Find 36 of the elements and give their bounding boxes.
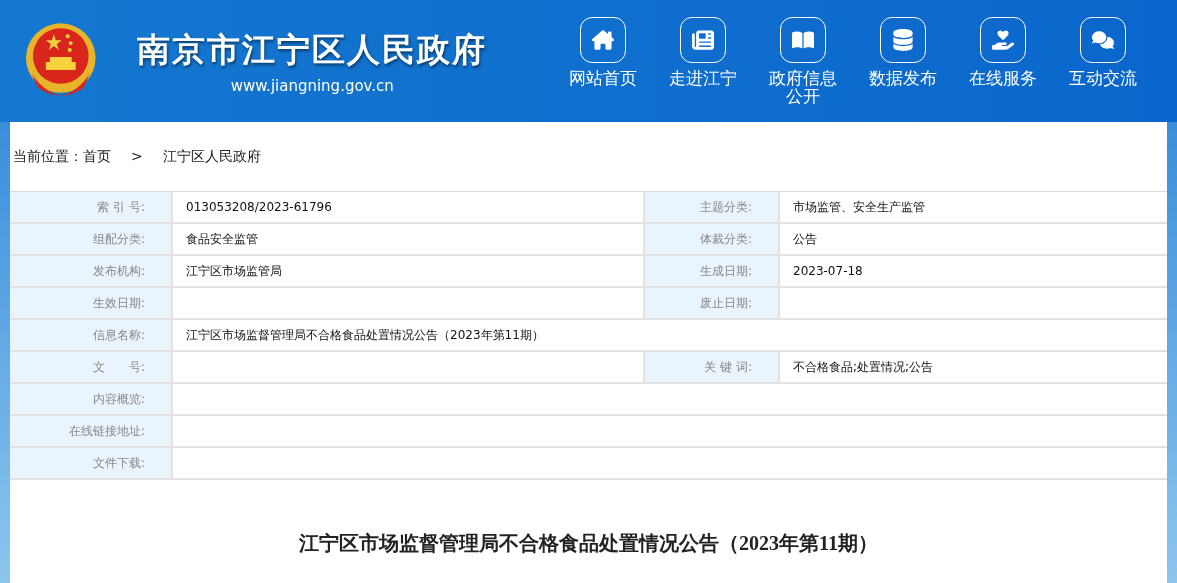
nav-link[interactable]: 在线服务 [953,13,1053,109]
newspaper-icon [680,17,726,63]
field-label: 在线链接地址: [10,416,173,446]
site-title: 南京市江宁区人民政府 [137,29,488,71]
field-label: 废止日期: [645,288,780,318]
nav-link[interactable]: 网站首页 [553,13,653,109]
breadcrumb-label: 当前位置： [13,147,83,166]
field-label: 生效日期: [10,288,173,318]
site-url: www.jiangning.gov.cn [230,75,394,97]
breadcrumb-link[interactable]: 首页 [83,146,111,167]
field-value: 江宁区市场监督管理局不合格食品处置情况公告（2023年第11期） [185,327,545,344]
field-value: 不合格食品;处置情况;公告 [792,359,935,376]
field-label: 文件下载: [10,448,173,478]
field-value: 公告 [792,231,818,248]
field-value: 2023-07-18 [792,263,864,280]
field-label: 关 键 词: [645,352,780,382]
breadcrumb-link[interactable]: 江宁区人民政府 [162,146,261,167]
nav-link[interactable]: 走进江宁 [653,13,753,109]
field-label: 组配分类: [10,224,173,254]
field-label: 发布机构: [10,256,173,286]
field-label: 体裁分类: [645,224,780,254]
chat-icon [1080,17,1126,63]
field-value: 市场监管、安全生产监管 [792,199,926,216]
field-label: 索 引 号: [10,192,173,222]
database-icon [880,17,926,63]
nav-link[interactable]: 互动交流 [1053,13,1153,109]
nav-link[interactable]: 数据发布 [853,13,953,109]
field-label: 信息名称: [10,320,173,350]
field-label: 内容概览: [10,384,173,414]
field-label: 文 号: [10,352,173,382]
nav-link[interactable]: 政府信息公开 [753,13,853,109]
book-icon [780,17,826,63]
article-title: 江宁区市场监督管理局不合格食品处置情况公告（2023年第11期） [299,531,878,556]
field-label: 生成日期: [645,256,780,286]
breadcrumb-separator: > [131,147,143,166]
field-label: 主题分类: [645,192,780,222]
